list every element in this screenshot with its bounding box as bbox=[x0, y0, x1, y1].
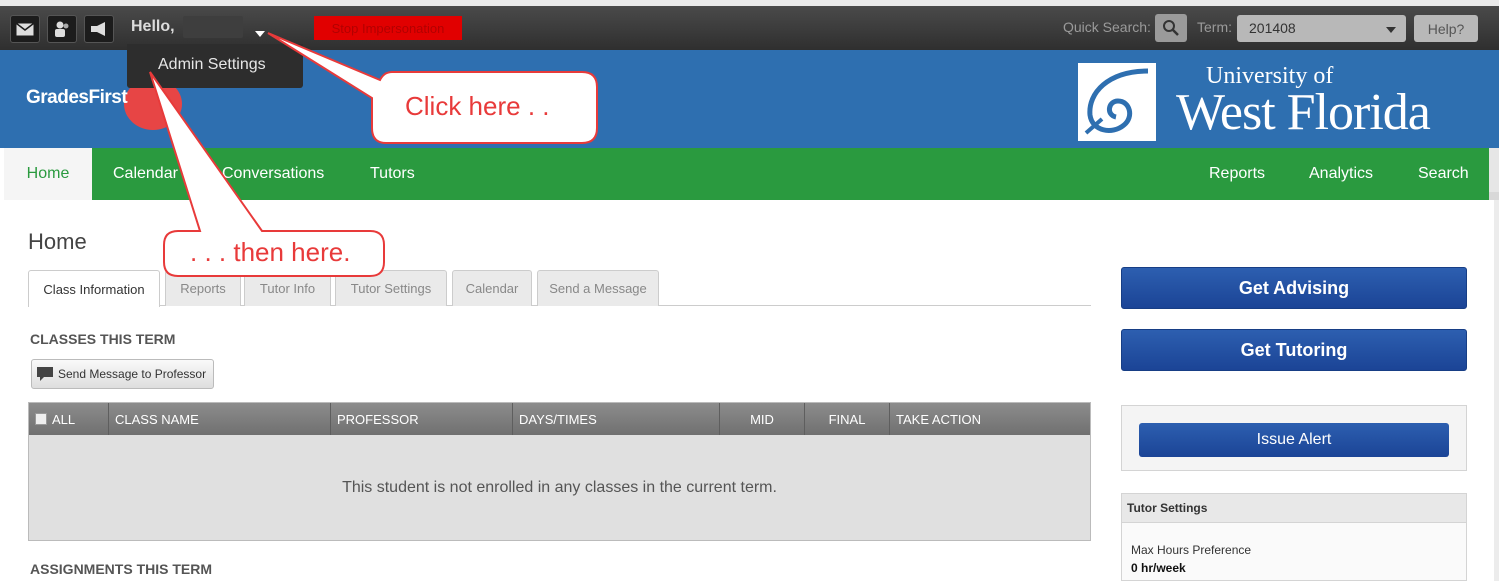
nautilus-shell-icon bbox=[1078, 63, 1156, 141]
speech-bubble-icon bbox=[37, 367, 53, 381]
max-hours-value: 0 hr/week bbox=[1131, 561, 1186, 575]
greeting: Hello, bbox=[131, 18, 175, 35]
gradesfirst-logo: GradesFirst bbox=[26, 87, 128, 108]
col-mid: MID bbox=[720, 403, 805, 435]
classes-table: ALL CLASS NAME PROFESSOR DAYS/TIMES MID … bbox=[28, 402, 1091, 541]
col-all[interactable]: ALL bbox=[29, 403, 109, 435]
content-right-border bbox=[1494, 200, 1499, 581]
tab-calendar[interactable]: Calendar bbox=[452, 270, 532, 306]
chevron-down-icon[interactable] bbox=[255, 31, 265, 37]
tutor-settings-panel: Tutor Settings Max Hours Preference 0 hr… bbox=[1121, 493, 1467, 581]
user-name-redacted bbox=[183, 16, 243, 38]
col-final: FINAL bbox=[805, 403, 890, 435]
chevron-down-icon bbox=[1386, 27, 1396, 33]
nav-calendar[interactable]: Calendar bbox=[113, 148, 178, 200]
col-take-action: TAKE ACTION bbox=[896, 411, 981, 427]
tutor-settings-title: Tutor Settings bbox=[1122, 494, 1466, 523]
tab-class-information[interactable]: Class Information bbox=[28, 270, 160, 307]
assignments-section-title: ASSIGNMENTS THIS TERM bbox=[30, 561, 213, 577]
issue-alert-panel: Issue Alert bbox=[1121, 405, 1467, 471]
nav-conversations[interactable]: Conversations bbox=[222, 148, 324, 200]
tab-tutor-info[interactable]: Tutor Info bbox=[244, 270, 331, 306]
get-tutoring-button[interactable]: Get Tutoring bbox=[1121, 329, 1467, 371]
uwf-name: West Florida bbox=[1176, 84, 1431, 141]
nav-home[interactable]: Home bbox=[4, 148, 92, 200]
max-hours-label: Max Hours Preference bbox=[1131, 543, 1252, 557]
col-professor: PROFESSOR bbox=[331, 403, 513, 435]
table-header: ALL CLASS NAME PROFESSOR DAYS/TIMES MID … bbox=[29, 403, 1090, 435]
col-class-name: CLASS NAME bbox=[109, 403, 331, 435]
quick-search-button[interactable] bbox=[1155, 14, 1187, 42]
term-label: Term: bbox=[1197, 19, 1232, 35]
tab-bar: Class Information Reports Tutor Info Tut… bbox=[28, 270, 1091, 307]
uwf-logo: University of West Florida bbox=[1078, 63, 1478, 143]
search-icon bbox=[1163, 20, 1179, 36]
page-title: Home bbox=[28, 229, 87, 254]
nav-search[interactable]: Search bbox=[1418, 148, 1469, 200]
mail-icon[interactable] bbox=[10, 15, 40, 43]
main-nav: Home Calendar Conversations Tutors Repor… bbox=[4, 148, 1489, 200]
send-message-label: Send Message to Professor bbox=[58, 367, 207, 381]
issue-alert-button[interactable]: Issue Alert bbox=[1139, 423, 1449, 457]
tab-reports[interactable]: Reports bbox=[165, 270, 241, 306]
callout-text-2: . . . then here. bbox=[190, 237, 351, 267]
megaphone-icon[interactable] bbox=[84, 15, 114, 43]
stop-impersonation-button[interactable]: Stop Impersonation bbox=[314, 16, 462, 40]
tab-tutor-settings[interactable]: Tutor Settings bbox=[335, 270, 447, 306]
col-all-label: ALL bbox=[52, 411, 76, 427]
col-days-times: DAYS/TIMES bbox=[513, 403, 720, 435]
term-value: 201408 bbox=[1249, 20, 1296, 36]
people-icon[interactable] bbox=[47, 15, 77, 43]
get-advising-button[interactable]: Get Advising bbox=[1121, 267, 1467, 309]
empty-table-message: This student is not enrolled in any clas… bbox=[29, 435, 1090, 540]
quick-search-label: Quick Search: bbox=[1063, 19, 1151, 35]
classes-section-title: CLASSES THIS TERM bbox=[30, 331, 176, 347]
admin-settings-menu-item[interactable]: Admin Settings bbox=[127, 44, 303, 88]
tab-send-a-message[interactable]: Send a Message bbox=[537, 270, 659, 306]
nav-tutors[interactable]: Tutors bbox=[370, 148, 415, 200]
select-all-checkbox[interactable] bbox=[35, 413, 47, 425]
term-select[interactable]: 201408 bbox=[1237, 15, 1406, 42]
right-edge-strip bbox=[1489, 148, 1499, 200]
send-message-to-professor-button[interactable]: Send Message to Professor bbox=[31, 359, 214, 389]
help-button[interactable]: Help? bbox=[1414, 15, 1478, 42]
callout-text-1: Click here . . bbox=[405, 91, 550, 121]
top-bar: Hello, Stop Impersonation Quick Search: … bbox=[0, 0, 1499, 50]
nav-reports[interactable]: Reports bbox=[1209, 148, 1265, 200]
nav-analytics[interactable]: Analytics bbox=[1309, 148, 1373, 200]
